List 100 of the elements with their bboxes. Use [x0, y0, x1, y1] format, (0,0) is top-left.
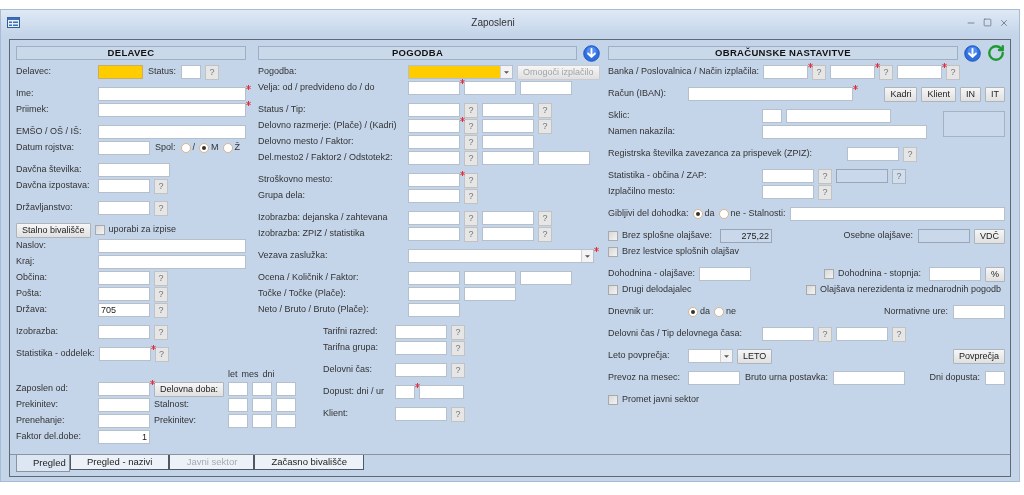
radio-option[interactable]: da [688, 305, 710, 319]
text-field[interactable] [395, 325, 447, 339]
checkbox-option[interactable]: Brez splošne olajšave: [608, 229, 713, 243]
checkbox-option[interactable]: Drugi delodajalec [608, 283, 692, 297]
text-field[interactable] [482, 211, 534, 225]
text-field[interactable] [181, 65, 201, 79]
lookup-button[interactable]: ? [205, 64, 219, 80]
text-field[interactable] [482, 119, 534, 133]
lookup-button[interactable]: ? [464, 188, 478, 204]
text-field[interactable] [98, 141, 150, 155]
button[interactable]: Stalno bivališče [16, 222, 91, 238]
lookup-button[interactable]: ? [818, 326, 832, 342]
text-field[interactable] [897, 65, 943, 79]
text-field[interactable] [538, 151, 590, 165]
tab[interactable]: Pregled - nazivi [70, 455, 170, 470]
close-icon[interactable] [999, 17, 1009, 28]
radio-option[interactable]: ne [714, 305, 737, 319]
lookup-button[interactable]: ? [464, 118, 478, 134]
text-field[interactable] [395, 407, 447, 421]
lookup-button[interactable]: ? [154, 302, 168, 318]
lookup-button[interactable]: ? [464, 210, 478, 226]
radio-option[interactable]: ne - Stalnosti: [718, 207, 786, 221]
text-field[interactable] [762, 327, 814, 341]
button[interactable]: VDČ [974, 228, 1005, 244]
dropdown-field[interactable] [688, 349, 733, 363]
text-field[interactable] [830, 65, 876, 79]
text-field[interactable] [395, 385, 415, 399]
button[interactable]: Povprečja [952, 348, 1005, 364]
radio-option[interactable]: / [180, 141, 196, 155]
button[interactable]: IT [985, 86, 1005, 102]
text-field[interactable] [98, 179, 150, 193]
dropdown-field[interactable] [408, 65, 513, 79]
text-field[interactable] [98, 347, 151, 361]
text-field[interactable] [408, 103, 460, 117]
text-field[interactable] [98, 255, 246, 269]
text-field[interactable] [482, 227, 534, 241]
text-field[interactable] [929, 267, 981, 281]
text-field[interactable] [408, 287, 460, 301]
text-field[interactable] [98, 414, 150, 428]
lookup-button[interactable]: ? [946, 64, 961, 80]
button[interactable]: LETO [737, 348, 773, 364]
lookup-button[interactable]: ? [154, 346, 169, 362]
text-field[interactable] [98, 163, 170, 177]
text-field[interactable] [408, 173, 460, 187]
text-field[interactable] [482, 103, 534, 117]
radio-option[interactable]: Ž [222, 141, 241, 155]
text-field[interactable] [98, 398, 150, 412]
text-field[interactable] [786, 109, 891, 123]
lookup-button[interactable]: ? [818, 184, 832, 200]
text-field[interactable] [482, 151, 534, 165]
text-field[interactable] [408, 151, 460, 165]
text-field[interactable] [833, 371, 906, 385]
checkbox-option[interactable]: Promet javni sektor [608, 393, 700, 407]
text-field[interactable] [688, 87, 853, 101]
text-field[interactable] [408, 211, 460, 225]
lookup-button[interactable]: ? [879, 64, 894, 80]
text-field[interactable] [520, 271, 572, 285]
text-field[interactable] [395, 363, 447, 377]
lookup-button[interactable]: ? [538, 210, 552, 226]
text-field[interactable] [98, 65, 143, 79]
text-field[interactable] [98, 87, 246, 101]
lookup-button[interactable]: ? [464, 134, 478, 150]
lookup-button[interactable]: ? [812, 64, 827, 80]
tab[interactable]: Pregled [16, 455, 70, 472]
text-field[interactable] [98, 287, 150, 301]
text-field[interactable] [98, 125, 246, 139]
text-field[interactable] [464, 271, 516, 285]
lookup-button[interactable]: ? [892, 326, 906, 342]
lookup-button[interactable]: ? [154, 178, 168, 194]
checkbox-option[interactable]: uporabi za izpise [94, 223, 177, 237]
text-field[interactable] [276, 398, 296, 412]
button[interactable]: % [985, 266, 1005, 282]
text-field[interactable] [464, 81, 516, 95]
text-field[interactable] [408, 303, 460, 317]
lookup-button[interactable]: ? [451, 406, 465, 422]
text-field[interactable] [699, 267, 752, 281]
button[interactable]: IN [960, 86, 981, 102]
checkbox-option[interactable]: Brez lestvice splošnih olajšav [608, 245, 740, 259]
text-field[interactable] [408, 227, 460, 241]
text-field[interactable] [688, 371, 740, 385]
text-field[interactable] [228, 414, 248, 428]
text-field[interactable] [228, 398, 248, 412]
maximize-icon[interactable] [983, 18, 992, 27]
radio-option[interactable]: da [692, 207, 715, 221]
lookup-button[interactable]: ? [903, 146, 917, 162]
lookup-button[interactable]: ? [154, 286, 168, 302]
text-field[interactable] [763, 65, 809, 79]
lookup-button[interactable]: ? [464, 172, 478, 188]
lookup-button[interactable]: ? [154, 200, 168, 216]
lookup-button[interactable]: ? [464, 102, 478, 118]
lookup-button[interactable]: ? [451, 362, 465, 378]
text-field[interactable] [408, 119, 460, 133]
text-field[interactable] [395, 341, 447, 355]
text-field[interactable] [98, 103, 246, 117]
refresh-icon[interactable] [987, 44, 1005, 62]
text-field[interactable] [98, 239, 246, 253]
text-field[interactable] [419, 385, 464, 399]
lookup-button[interactable]: ? [154, 270, 168, 286]
text-field[interactable] [762, 185, 814, 199]
text-field[interactable] [408, 135, 460, 149]
